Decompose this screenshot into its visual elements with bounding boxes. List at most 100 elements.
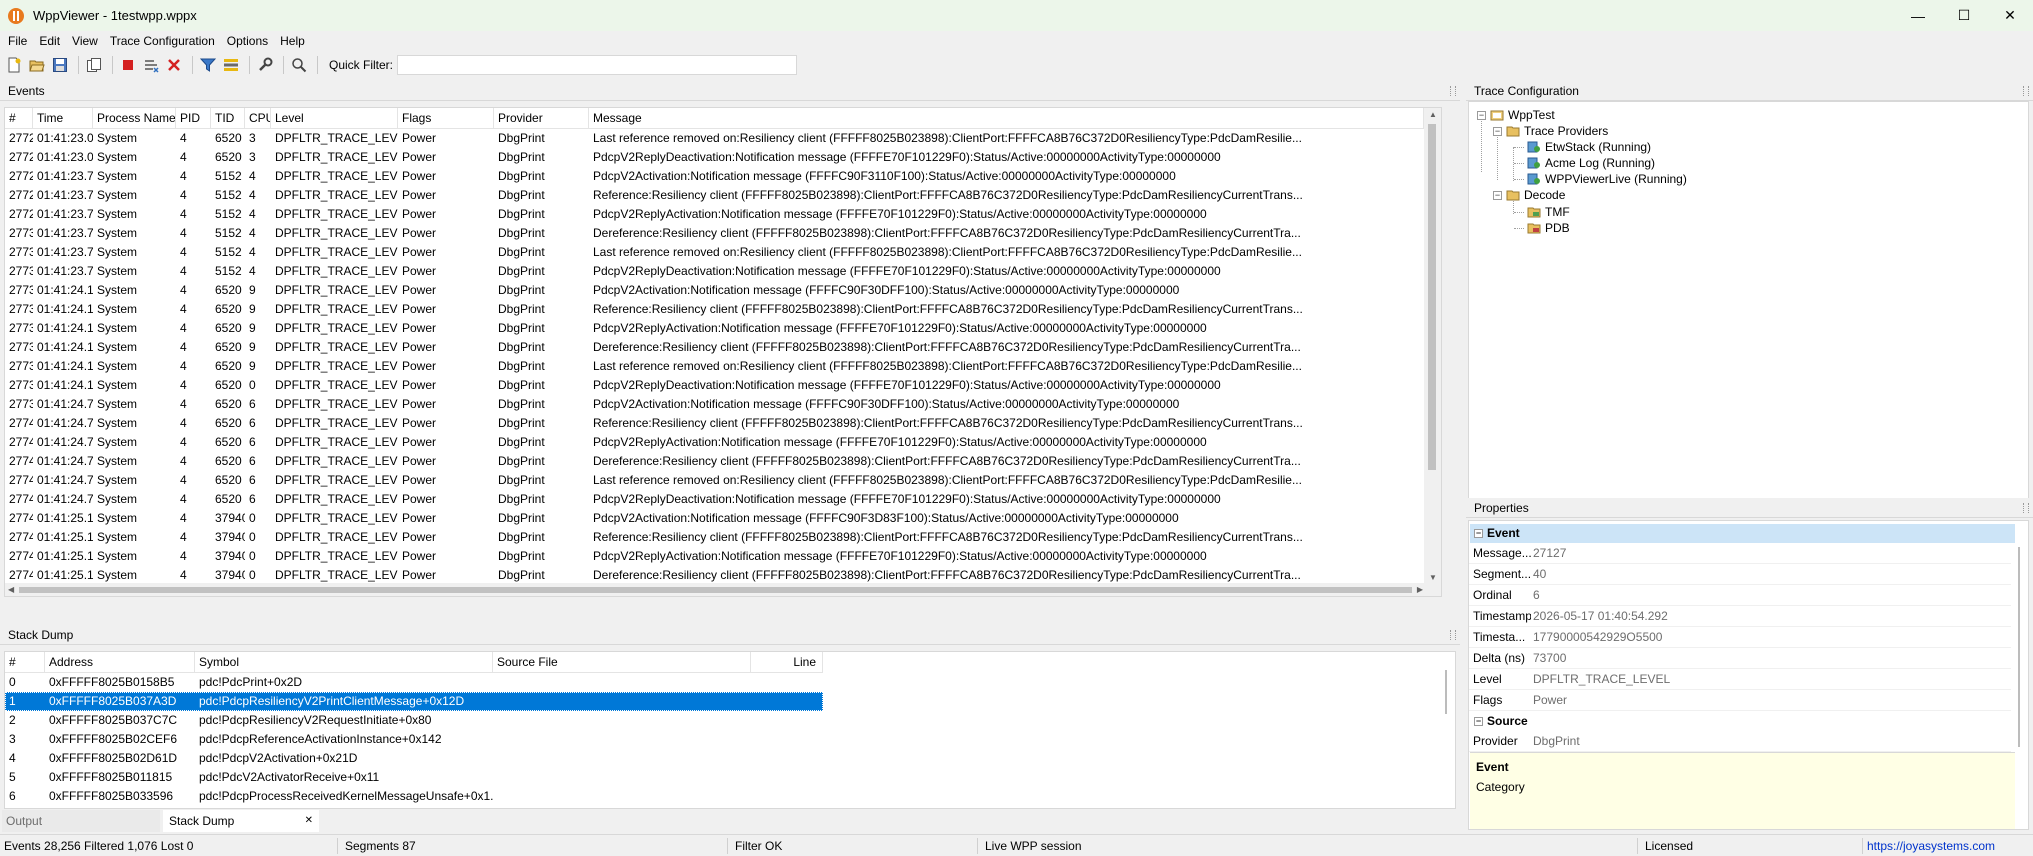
property-row[interactable]: Delta (ns) 73700 (1469, 648, 2015, 669)
open-icon[interactable] (27, 55, 47, 75)
tab-stack-dump[interactable]: Stack Dump ✕ (163, 810, 319, 832)
tree-node-provider[interactable]: WPPViewerLive (Running) (1527, 171, 1687, 187)
column-header-cpu[interactable]: CPU (245, 108, 271, 129)
property-row[interactable]: Timestamp 2026-05-17 01:40:54.292 (1469, 606, 2015, 627)
minimize-button[interactable]: — (1895, 0, 1941, 31)
save-icon[interactable] (50, 55, 70, 75)
event-row[interactable]: 27737 01:41:24.107 System 4 6520 9 DPFLTR_TRAC… (5, 357, 1441, 376)
column-header-pid[interactable]: PID (176, 108, 211, 129)
property-row[interactable]: Flags Power (1469, 690, 2015, 711)
stack-grid[interactable]: # Address Symbol Source File Line 0 0xFFFFF80… (4, 651, 1456, 809)
scrollbar-thumb[interactable] (1445, 670, 1447, 714)
column-header-level[interactable]: Level (271, 108, 398, 129)
event-row[interactable]: 27731 01:41:23.759 System 4 5152 4 DPFLTR_TRAC… (5, 243, 1441, 262)
website-link[interactable]: https://joyasystems.com (1867, 835, 1995, 856)
event-row[interactable]: 27740 01:41:24.772 System 4 6520 6 DPFLTR_TRAC… (5, 414, 1441, 433)
event-row[interactable]: 27741 01:41:24.772 System 4 6520 6 DPFLTR_TRAC… (5, 433, 1441, 452)
event-row[interactable]: 27744 01:41:24.772 System 4 6520 6 DPFLTR_TRAC… (5, 490, 1441, 509)
property-row[interactable]: Provider DbgPrint (1469, 731, 2015, 752)
quick-filter-input[interactable] (397, 55, 798, 75)
column-header-number[interactable]: # (5, 652, 45, 673)
tab-output[interactable]: Output (2, 810, 160, 832)
property-category-source[interactable]: − Source (1470, 712, 2015, 731)
properties-vertical-scrollbar[interactable] (2011, 543, 2028, 752)
column-header-message[interactable]: Message (589, 108, 1424, 129)
menu-view[interactable]: View (66, 34, 104, 48)
events-grid[interactable]: #TimeProcess NamePIDTIDCPULevelFlagsProv… (4, 107, 1442, 597)
property-row[interactable]: Ordinal 6 (1469, 585, 2015, 606)
menu-file[interactable]: File (2, 34, 33, 48)
scroll-down-arrow[interactable]: ▼ (1429, 573, 1437, 582)
column-header-flags[interactable]: Flags (398, 108, 494, 129)
stack-row[interactable]: 2 0xFFFFF8025B037C7C pdc!PdcpResiliencyV2R… (5, 711, 823, 730)
highlight-icon[interactable] (221, 55, 241, 75)
event-row[interactable]: 27738 01:41:24.107 System 4 6520 0 DPFLTR_TRAC… (5, 376, 1441, 395)
events-vertical-scrollbar[interactable]: ▲ ▼ (1424, 108, 1441, 584)
column-header-process-name[interactable]: Process Name (93, 108, 176, 129)
menu-edit[interactable]: Edit (33, 34, 66, 48)
event-row[interactable]: 27743 01:41:24.772 System 4 6520 6 DPFLTR_TRAC… (5, 471, 1441, 490)
pane-grip[interactable] (1450, 630, 1456, 640)
menu-help[interactable]: Help (274, 34, 311, 48)
column-header-provider[interactable]: Provider (494, 108, 589, 129)
event-row[interactable]: 27726 01:41:23.084 System 4 6520 3 DPFLTR_TRAC… (5, 148, 1441, 167)
menu-trace-configuration[interactable]: Trace Configuration (104, 34, 221, 48)
column-header-address[interactable]: Address (45, 652, 195, 673)
tree-node-provider[interactable]: Acme Log (Running) (1527, 155, 1655, 171)
stack-vertical-scrollbar[interactable] (1438, 668, 1455, 808)
scroll-left-arrow[interactable]: ◀ (8, 585, 14, 594)
property-row[interactable]: Level DPFLTR_TRACE_LEVEL (1469, 669, 2015, 690)
event-row[interactable]: 27746 01:41:25.141 System 4 37940 0 DPFLTR_TRA… (5, 528, 1441, 547)
column-header-time[interactable]: Time (33, 108, 93, 129)
collapse-toggle[interactable]: − (1493, 126, 1502, 136)
property-row[interactable]: Timesta... 17790000542929O5500 (1469, 627, 2015, 648)
scrollbar-thumb[interactable] (2018, 547, 2020, 747)
filter-icon[interactable] (198, 55, 218, 75)
tree-node-root[interactable]: − WppTest (1477, 107, 1555, 123)
event-row[interactable]: 27729 01:41:23.759 System 4 5152 4 DPFLTR_TRAC… (5, 205, 1441, 224)
stack-row[interactable]: 1 0xFFFFF8025B037A3D pdc!PdcpResiliencyV2P… (5, 692, 823, 711)
scroll-up-arrow[interactable]: ▲ (1429, 110, 1437, 119)
copy-icon[interactable] (84, 55, 104, 75)
pane-grip[interactable] (2023, 503, 2029, 513)
pane-grip[interactable] (2023, 86, 2029, 96)
event-row[interactable]: 27742 01:41:24.772 System 4 6520 6 DPFLTR_TRAC… (5, 452, 1441, 471)
stack-row[interactable]: 4 0xFFFFF8025B02D61D pdc!PdcpV2Activation+… (5, 749, 823, 768)
tree-node-provider[interactable]: EtwStack (Running) (1527, 139, 1651, 155)
property-row[interactable]: Segment... 40 (1469, 564, 2015, 585)
tree-node-trace-providers[interactable]: − Trace Providers (1493, 123, 1608, 139)
delete-icon[interactable] (164, 55, 184, 75)
menu-options[interactable]: Options (221, 34, 274, 48)
scrollbar-thumb[interactable] (19, 587, 1412, 593)
column-header-tid[interactable]: TID (211, 108, 245, 129)
stack-row[interactable]: 6 0xFFFFF8025B033596 pdc!PdcpProcessReceiv… (5, 787, 823, 806)
event-row[interactable]: 27732 01:41:23.759 System 4 5152 4 DPFLTR_TRAC… (5, 262, 1441, 281)
event-row[interactable]: 27739 01:41:24.772 System 4 6520 6 DPFLTR_TRAC… (5, 395, 1441, 414)
close-button[interactable]: ✕ (1987, 0, 2033, 31)
new-icon[interactable] (4, 55, 24, 75)
event-row[interactable]: 27725 01:41:23.084 System 4 6520 3 DPFLTR_TRAC… (5, 129, 1441, 148)
event-row[interactable]: 27736 01:41:24.107 System 4 6520 9 DPFLTR_TRAC… (5, 338, 1441, 357)
scroll-right-arrow[interactable]: ▶ (1417, 585, 1423, 594)
column-header-symbol[interactable]: Symbol (195, 652, 493, 673)
column-header-line[interactable]: Line (751, 652, 823, 673)
event-row[interactable]: 27734 01:41:24.107 System 4 6520 9 DPFLTR_TRAC… (5, 300, 1441, 319)
events-horizontal-scrollbar[interactable]: ◀ ▶ (5, 583, 1441, 596)
event-row[interactable]: 27733 01:41:24.107 System 4 6520 9 DPFLTR_TRAC… (5, 281, 1441, 300)
collapse-toggle[interactable]: − (1477, 110, 1486, 120)
stop-icon[interactable] (118, 55, 138, 75)
event-row[interactable]: 27747 01:41:25.141 System 4 37940 0 DPFLTR_TRA… (5, 547, 1441, 566)
wrench-icon[interactable] (255, 55, 275, 75)
collapse-toggle[interactable]: − (1474, 717, 1483, 726)
property-row[interactable]: Message... 27127 (1469, 543, 2015, 564)
stack-row[interactable]: 0 0xFFFFF8025B0158B5 pdc!PdcPrint+0x2D (5, 673, 823, 692)
event-row[interactable]: 27745 01:41:25.141 System 4 37940 0 DPFLTR_TRA… (5, 509, 1441, 528)
tree-node-tmf[interactable]: TMF (1527, 204, 1570, 220)
stack-row[interactable]: 3 0xFFFFF8025B02CEF6 pdc!PdcpReferenceActi… (5, 730, 823, 749)
collapse-toggle[interactable]: − (1474, 529, 1483, 538)
maximize-button[interactable]: ☐ (1941, 0, 1987, 31)
stack-row[interactable]: 5 0xFFFFF8025B011815 pdc!PdcV2ActivatorRec… (5, 768, 823, 787)
column-header-number[interactable]: # (5, 108, 33, 129)
event-row[interactable]: 27735 01:41:24.107 System 4 6520 9 DPFLTR_TRAC… (5, 319, 1441, 338)
search-icon[interactable] (289, 55, 309, 75)
